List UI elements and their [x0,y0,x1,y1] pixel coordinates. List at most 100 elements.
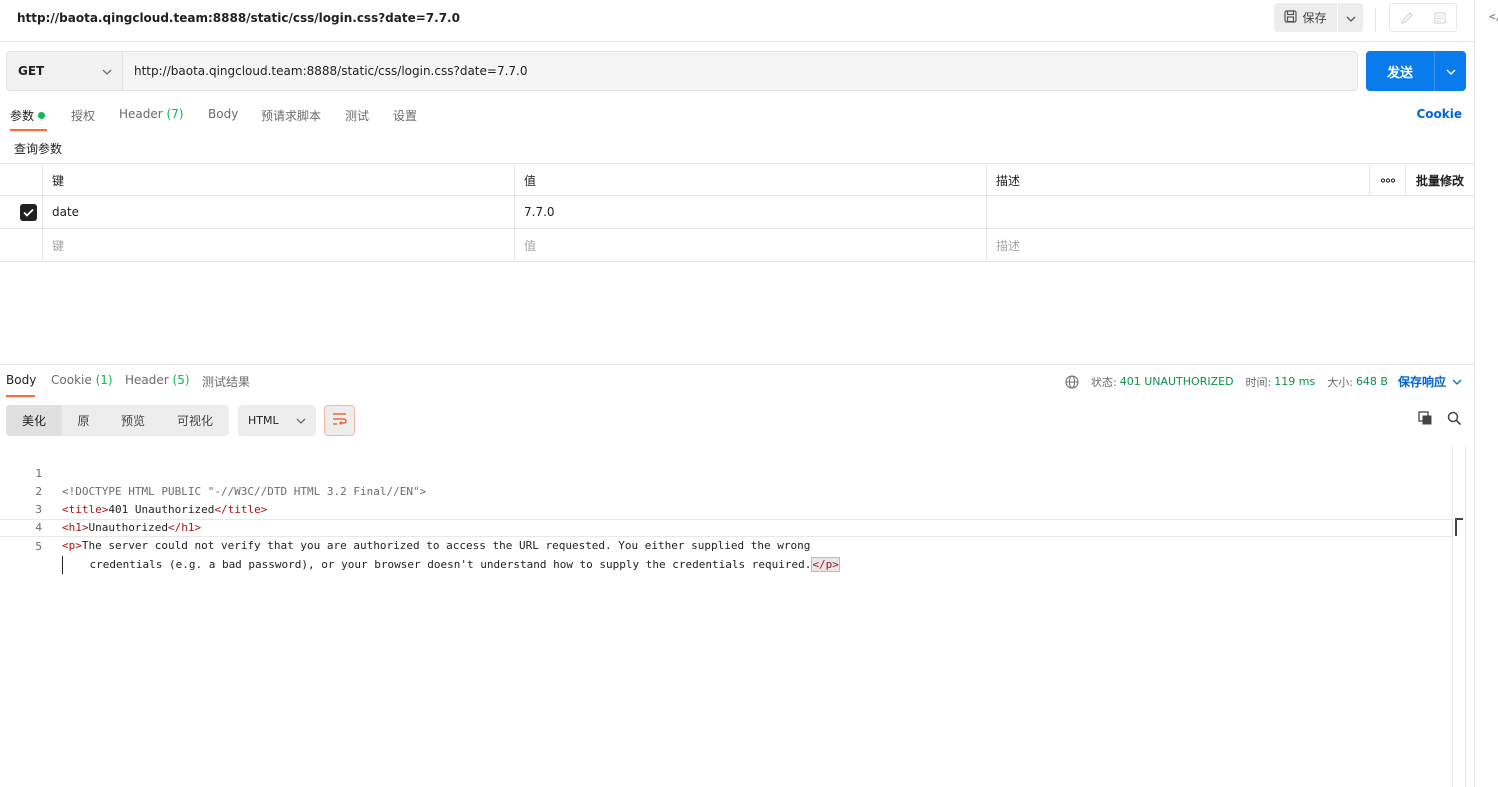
tab-auth[interactable]: 授权 [71,107,95,124]
new-param-description-input[interactable]: 描述 [986,229,1370,261]
new-param-key-input[interactable]: 键 [42,229,515,261]
search-icon[interactable] [1447,411,1462,429]
view-mode-segmented-control: 美化 原 预览 可视化 [6,405,229,436]
view-visualize-button[interactable]: 可视化 [161,405,229,436]
active-tab-underline [10,129,47,131]
request-title-bar: http://baota.qingcloud.team:8888/static/… [0,0,1474,42]
copy-icon[interactable] [1418,411,1433,429]
request-title[interactable]: http://baota.qingcloud.team:8888/static/… [17,11,460,25]
tab-header-label: Header [119,107,163,121]
title-divider [1375,8,1376,32]
tag-content: The server could not verify that you are… [81,539,811,552]
table-row: date 7.7.0 [0,196,1474,229]
wrap-lines-button[interactable] [324,405,355,436]
response-tools [1418,411,1462,429]
active-response-tab-underline [6,395,35,397]
save-options-button[interactable] [1338,3,1363,32]
column-header-key: 键 [42,164,515,196]
send-button[interactable]: 发送 [1366,51,1434,91]
tab-body[interactable]: Body [208,107,238,121]
table-header-row: 键 值 描述 批量修改 [0,163,1474,196]
code-line: 3 <h1>Unauthorized</h1> [0,483,1452,534]
query-params-heading: 查询参数 [14,142,63,156]
tag-open: <p> [62,539,82,552]
response-tab-header-label: Header [125,373,169,387]
tag-content: credentials (e.g. a bad password), or yo… [63,558,812,571]
response-tab-header[interactable]: Header (5) [125,373,190,387]
response-tab-cookie[interactable]: Cookie (1) [51,373,113,387]
new-param-value-input[interactable]: 值 [514,229,987,261]
tag-close-matched: </p> [811,557,840,572]
request-tabs: 参数 授权 Header (7) Body 预请求脚本 测试 设置 Cookie [0,100,1474,132]
view-pretty-button[interactable]: 美化 [6,405,62,436]
chevron-down-icon [1346,11,1356,25]
column-header-value: 值 [514,164,987,196]
size-label: 大小: [1327,375,1353,389]
param-description-cell[interactable] [986,196,1370,228]
edit-icon[interactable] [1390,4,1423,31]
params-active-dot [38,112,46,119]
view-preview-button[interactable]: 预览 [105,405,161,436]
code-text: credentials (e.g. a bad password), or yo… [62,556,840,574]
code-line: 1 <!DOCTYPE HTML PUBLIC "-//W3C//DTD HTM… [0,447,1452,498]
response-status-bar: 状态: 401 UNAUTHORIZED 时间: 119 ms 大小: 648 … [1065,373,1462,390]
tab-header-count: (7) [166,107,184,121]
pane-divider[interactable] [0,364,1474,365]
tab-header[interactable]: Header (7) [119,107,184,121]
response-tab-header-count: (5) [172,373,190,387]
response-body-editor[interactable]: 1 <!DOCTYPE HTML PUBLIC "-//W3C//DTD HTM… [0,447,1452,574]
globe-icon[interactable] [1065,374,1079,389]
code-snippet-icon[interactable]: </ [1489,10,1498,23]
column-header-description: 描述 [986,164,1370,196]
tab-prerequest-script[interactable]: 预请求脚本 [261,107,321,124]
table-row-empty: 键 值 描述 [0,229,1474,262]
response-tabs: Body Cookie (1) Header (5) 测试结果 状态: 401 … [0,366,1474,398]
save-response-button[interactable]: 保存响应 [1398,373,1462,390]
response-tab-body[interactable]: Body [6,373,36,387]
code-line: 2 <title>401 Unauthorized</title> [0,465,1452,516]
more-options-icon[interactable] [1369,164,1406,196]
response-tab-cookie-label: Cookie [51,373,92,387]
tab-params[interactable]: 参数 [10,107,46,124]
save-group: 保存 [1274,3,1363,32]
wrap-lines-icon [332,412,348,429]
editor-scrollbar[interactable] [1452,447,1466,787]
code-line-current: 5 credentials (e.g. a bad password), or … [0,519,1452,574]
language-select[interactable]: HTML [238,405,316,436]
response-tab-test-results[interactable]: 测试结果 [202,373,250,390]
param-key-cell[interactable]: date [42,196,515,228]
cookies-link[interactable]: Cookie [1416,107,1462,121]
view-raw-button[interactable]: 原 [62,405,105,436]
time-value[interactable]: 119 ms [1274,375,1315,388]
status-label: 状态: [1090,375,1117,389]
save-label: 保存 [1302,11,1327,25]
send-options-button[interactable] [1435,51,1466,91]
chevron-down-icon [102,64,112,78]
save-button[interactable]: 保存 [1274,3,1337,32]
chevron-down-icon [1452,379,1462,385]
status-value[interactable]: 401 UNAUTHORIZED [1120,375,1234,388]
scrollbar-cursor-marker [1455,518,1463,536]
param-value-cell[interactable]: 7.7.0 [514,196,987,228]
title-icon-group [1389,3,1457,32]
chevron-down-icon [1446,64,1456,78]
query-params-table: 键 值 描述 批量修改 date 7.7.0 键 值 描述 [0,163,1474,262]
tab-params-label: 参数 [10,109,35,123]
chevron-down-icon [296,418,306,424]
documentation-icon[interactable] [1423,4,1456,31]
param-enabled-checkbox[interactable] [20,204,37,221]
code-text: <p>The server could not verify that you … [62,537,810,555]
line-number: 5 [35,540,42,553]
method-select[interactable]: GET [7,52,123,90]
time-label: 时间: [1245,375,1272,389]
save-response-label: 保存响应 [1397,375,1446,389]
url-input[interactable]: http://baota.qingcloud.team:8888/static/… [123,52,1357,90]
right-sidebar: </ [1474,0,1498,787]
request-url-bar: GET http://baota.qingcloud.team:8888/sta… [6,51,1358,91]
bulk-edit-button[interactable]: 批量修改 [1405,164,1474,196]
save-icon [1284,9,1298,26]
size-value[interactable]: 648 B [1356,375,1388,388]
tab-settings[interactable]: 设置 [393,107,417,124]
tab-tests[interactable]: 测试 [345,107,369,124]
code-line: 4 <p>The server could not verify that yo… [0,501,1452,552]
